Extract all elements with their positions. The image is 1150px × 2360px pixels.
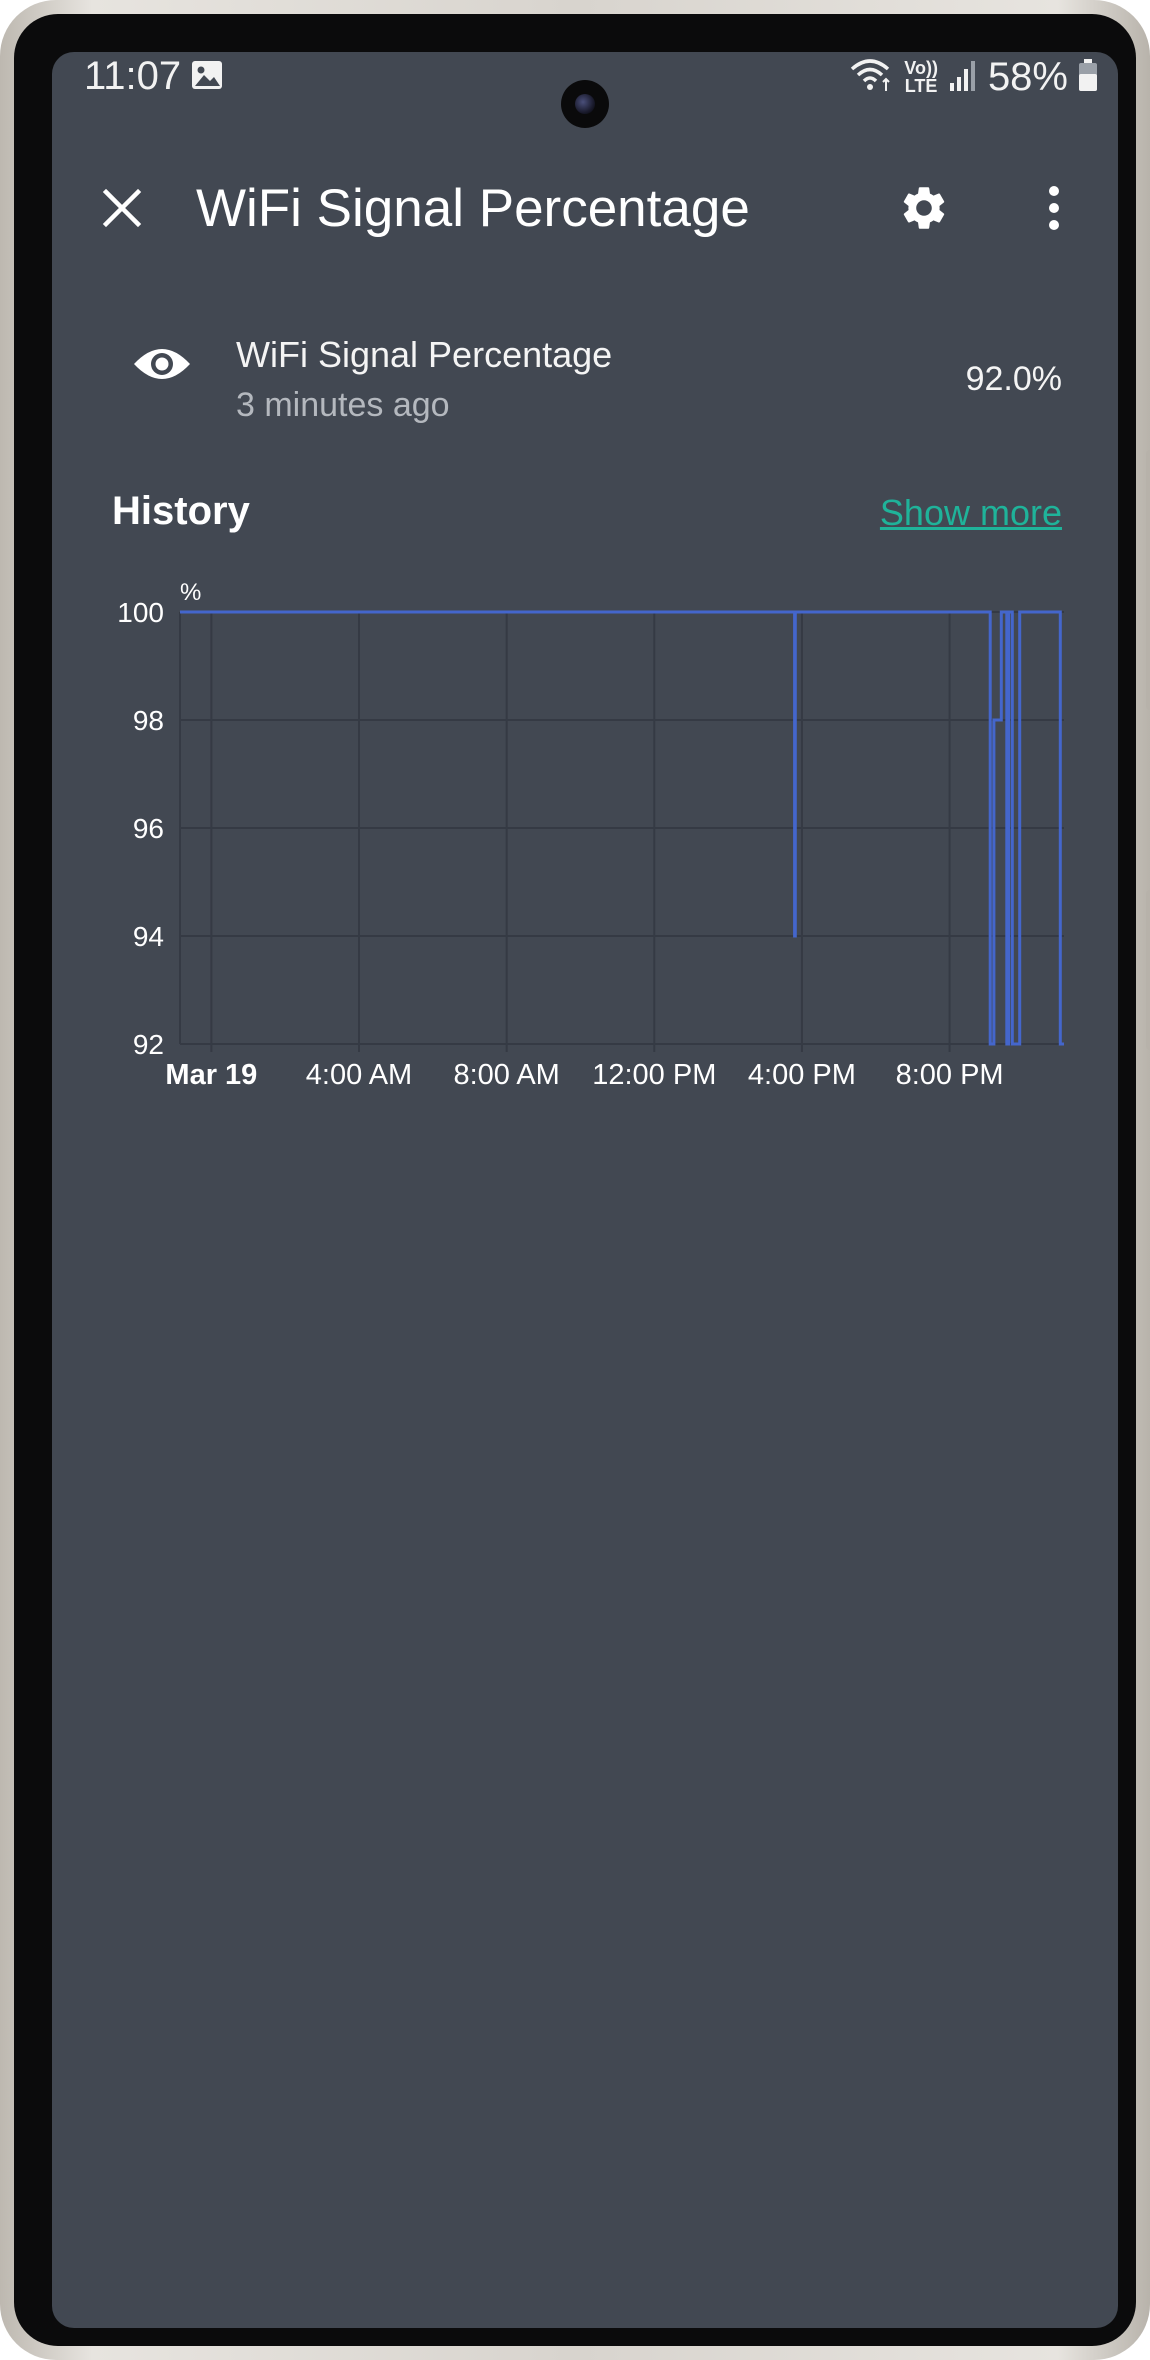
- y-tick-label: 96: [133, 813, 164, 844]
- screen: 11:07 Vo)) LTE 58% WiFi Signal Percentag…: [52, 52, 1118, 2328]
- chart-grid: [179, 611, 1064, 1052]
- y-tick-label: 98: [133, 705, 164, 736]
- x-tick-label: 4:00 PM: [748, 1059, 856, 1091]
- x-tick-label: Mar 19: [165, 1059, 257, 1091]
- x-tick-label: 4:00 AM: [306, 1059, 412, 1091]
- volume-button: [1146, 450, 1150, 710]
- power-button: [1146, 890, 1150, 1050]
- y-tick-label: 94: [133, 921, 164, 952]
- x-tick-label: 8:00 AM: [453, 1059, 559, 1091]
- phone-bezel: 11:07 Vo)) LTE 58% WiFi Signal Percentag…: [14, 14, 1136, 2346]
- history-chart: 100 98 96 94 92 Mar 19 4:00 AM 8:00 AM 12:00 PM…: [117, 579, 1064, 1091]
- y-axis-unit: %: [180, 579, 201, 606]
- y-tick-label: 92: [133, 1029, 164, 1060]
- x-tick-label: 8:00 PM: [896, 1059, 1004, 1091]
- x-tick-label: 12:00 PM: [592, 1059, 716, 1091]
- y-tick-label: 100: [117, 597, 164, 628]
- y-axis-ticks: 100 98 96 94 92: [117, 597, 164, 1060]
- x-axis-ticks: Mar 19 4:00 AM 8:00 AM 12:00 PM 4:00 PM 8:00 …: [165, 1059, 1003, 1091]
